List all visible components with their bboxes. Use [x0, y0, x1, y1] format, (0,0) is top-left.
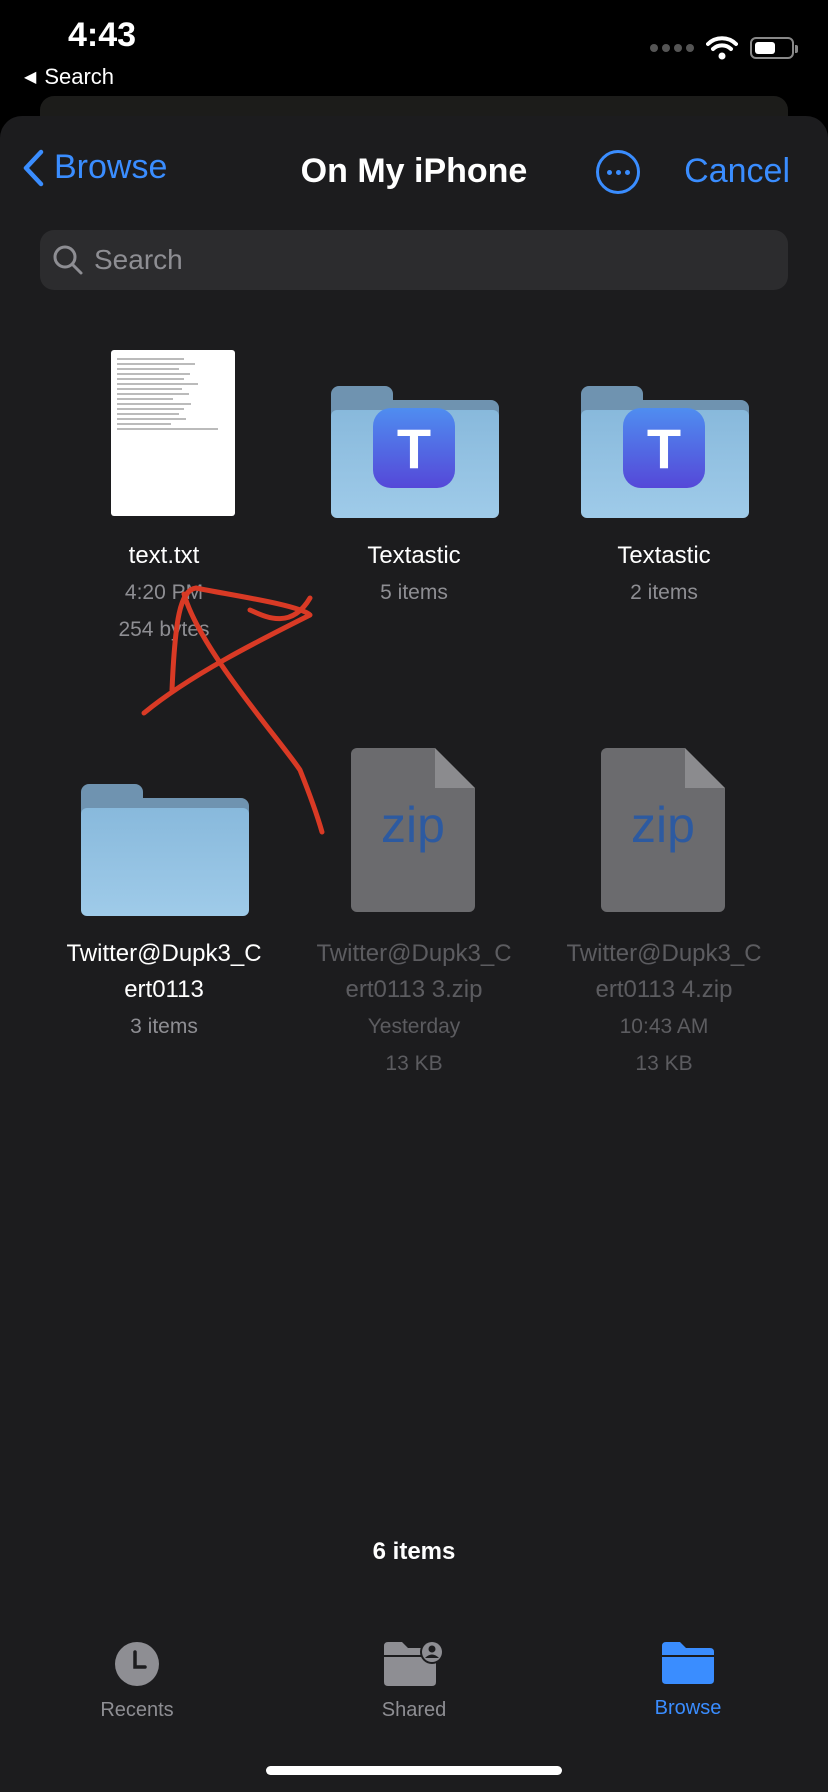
back-to-app-label: Search — [44, 64, 115, 89]
item-count: 3 items — [130, 1015, 198, 1038]
wifi-icon — [706, 36, 738, 60]
item-date: 4:20 PM — [124, 581, 204, 604]
tab-label: Recents — [100, 1699, 174, 1721]
folder-icon: T — [331, 386, 499, 518]
folder-icon — [662, 1642, 714, 1684]
nav-bar: Browse On My iPhone Cancel — [0, 116, 828, 226]
textastic-app-icon: T — [373, 408, 455, 488]
text-document-thumbnail — [49, 350, 279, 526]
cancel-button[interactable]: Cancel — [684, 152, 790, 191]
zip-file-icon: zip — [351, 748, 475, 912]
tab-browse[interactable]: Browse — [598, 1640, 778, 1720]
item-size: 13 KB — [635, 1052, 693, 1075]
zip-item-3[interactable]: zip Twitter@Dupk3_C ert0113 3.zip Yester… — [299, 748, 529, 1082]
search-icon — [53, 245, 83, 275]
more-options-button[interactable] — [596, 150, 640, 194]
tab-label: Shared — [381, 1699, 447, 1721]
item-name: Twitter@Dupk3_C ert0113 — [66, 940, 262, 1003]
file-item-text-txt[interactable]: text.txt 4:20 PM 254 bytes — [49, 350, 279, 648]
search-bar[interactable] — [40, 230, 788, 290]
item-size: 13 KB — [385, 1052, 443, 1075]
folder-item-textastic-1[interactable]: T Textastic 5 items — [299, 350, 529, 611]
item-name: Textastic — [367, 542, 461, 569]
item-date: Yesterday — [367, 1015, 461, 1038]
back-to-app-link[interactable]: ◀ Search — [24, 64, 114, 90]
status-bar: 4:43 ◀ Search — [0, 0, 828, 110]
item-name: Textastic — [617, 542, 711, 569]
file-picker-sheet: Browse On My iPhone Cancel text.txt 4:20… — [0, 116, 828, 1792]
folder-item-twitter[interactable]: Twitter@Dupk3_C ert0113 3 items — [49, 748, 279, 1045]
tab-shared[interactable]: Shared — [324, 1640, 504, 1722]
search-input[interactable] — [92, 243, 736, 277]
textastic-app-icon: T — [623, 408, 705, 488]
item-name: text.txt — [128, 542, 200, 569]
item-size: 254 bytes — [118, 618, 210, 641]
item-name: Twitter@Dupk3_C ert0113 3.zip — [316, 940, 512, 1003]
clock-icon — [115, 1642, 159, 1686]
item-count: 2 items — [630, 581, 698, 604]
item-count: 5 items — [380, 581, 448, 604]
shared-folder-icon — [384, 1640, 444, 1686]
item-date: 10:43 AM — [619, 1015, 709, 1038]
home-indicator — [266, 1766, 562, 1775]
folder-item-textastic-2[interactable]: T Textastic 2 items — [549, 350, 779, 611]
back-triangle-icon: ◀ — [24, 69, 37, 86]
cellular-signal-icon — [650, 44, 694, 52]
status-icons — [650, 36, 798, 60]
battery-icon — [750, 37, 798, 59]
status-time: 4:43 — [68, 16, 137, 54]
zip-item-4[interactable]: zip Twitter@Dupk3_C ert0113 4.zip 10:43 … — [549, 748, 779, 1082]
tab-bar: Recents Shared Browse — [0, 1616, 828, 1721]
tab-label: Browse — [654, 1697, 722, 1719]
folder-icon: T — [581, 386, 749, 518]
folder-icon — [81, 784, 249, 916]
item-count-footer: 6 items — [372, 1538, 456, 1565]
item-name: Twitter@Dupk3_C ert0113 4.zip — [566, 940, 762, 1003]
zip-file-icon: zip — [601, 748, 725, 912]
tab-recents[interactable]: Recents — [47, 1640, 227, 1722]
